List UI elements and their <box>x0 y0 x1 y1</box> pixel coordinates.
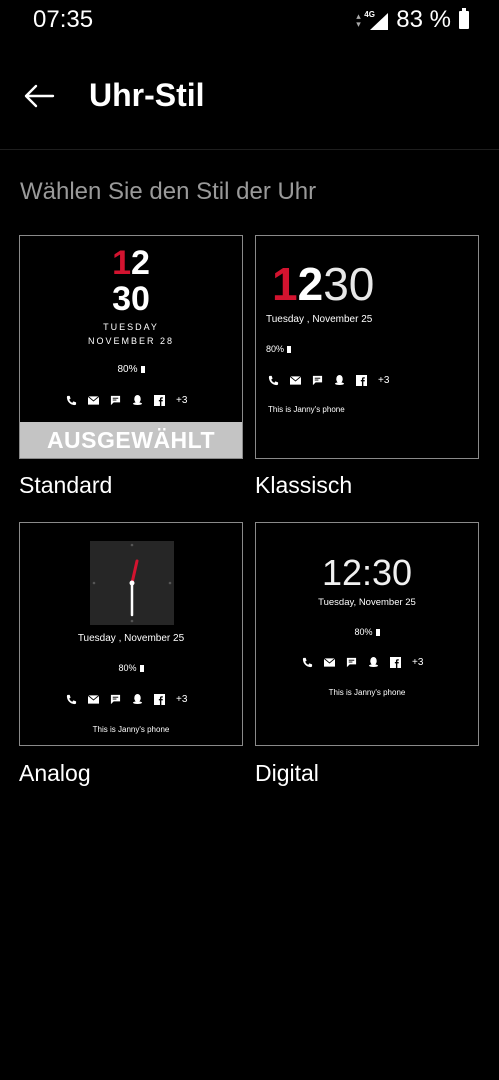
mail-icon <box>324 657 335 667</box>
signal-strength-icon <box>370 13 389 30</box>
date-label: Tuesday , November 25 <box>266 314 373 325</box>
owner-label: This is Janny's phone <box>268 405 345 414</box>
facebook-icon <box>356 374 367 386</box>
clock-style-card-analog[interactable]: Tuesday , November 25 80% +3 This is Jan… <box>19 522 243 746</box>
data-arrows-icon: ▴ ▾ <box>356 11 361 29</box>
mail-icon <box>88 395 99 405</box>
selected-badge: AUSGEWÄHLT <box>20 422 242 458</box>
page-title: Uhr-Stil <box>89 77 205 113</box>
clock-hours: 12 <box>112 244 150 282</box>
extra-notifications-count: +3 <box>176 394 188 406</box>
date-label: Tuesday, November 25 <box>318 597 416 608</box>
qq-icon <box>334 374 345 386</box>
qq-icon <box>132 693 143 705</box>
battery-mini-icon <box>375 629 380 637</box>
phone-icon <box>66 395 77 405</box>
clock-style-card-digital[interactable]: 12:30 Tuesday, November 25 80% +3 This i… <box>255 522 479 746</box>
phone-icon <box>66 694 77 704</box>
analog-clock-face <box>90 541 174 625</box>
battery-mini-icon <box>139 665 144 673</box>
facebook-icon <box>154 394 165 406</box>
clock-style-card-klassisch[interactable]: 1230 Tuesday , November 25 80% +3 This i… <box>255 235 479 459</box>
weekday-label: TUESDAY <box>103 322 159 332</box>
extra-notifications-count: +3 <box>378 374 390 386</box>
notification-icons: +3 <box>66 693 187 705</box>
phone-icon <box>302 657 313 667</box>
notification-icons: +3 <box>66 394 187 406</box>
section-label: Wählen Sie den Stil der Uhr <box>20 178 317 205</box>
qq-icon <box>368 656 379 668</box>
owner-label: This is Janny's phone <box>328 688 406 697</box>
mail-icon <box>88 694 99 704</box>
qq-icon <box>132 394 143 406</box>
status-bar: 07:35 ▴ ▾ 4G 83 % <box>0 0 499 40</box>
status-time: 07:35 <box>33 6 94 33</box>
message-icon <box>110 694 121 704</box>
battery-label: 80% <box>256 627 478 637</box>
date-label: Tuesday , November 25 <box>77 633 185 644</box>
card-label-klassisch: Klassisch <box>255 472 353 498</box>
clock-time: 1230 <box>272 258 375 310</box>
facebook-icon <box>154 693 165 705</box>
card-label-analog: Analog <box>19 760 91 786</box>
clock-style-card-standard[interactable]: 12 30 TUESDAY NOVEMBER 28 80% +3 AUSGEWÄ… <box>19 235 243 459</box>
status-indicators: ▴ ▾ 4G 83 % <box>356 6 469 34</box>
battery-label: 80% <box>266 344 292 354</box>
network-signal-icon: ▴ ▾ 4G <box>356 10 390 30</box>
arrow-left-icon <box>24 84 55 108</box>
phone-icon <box>268 375 279 385</box>
owner-label: This is Janny's phone <box>92 725 170 734</box>
extra-notifications-count: +3 <box>176 693 188 705</box>
clock-minutes: 30 <box>112 280 150 318</box>
card-label-standard: Standard <box>19 472 113 498</box>
extra-notifications-count: +3 <box>412 656 424 668</box>
mail-icon <box>290 375 301 385</box>
date-label: NOVEMBER 28 <box>87 336 175 346</box>
battery-mini-icon <box>287 346 292 354</box>
notification-icons: +3 <box>302 656 423 668</box>
card-label-digital: Digital <box>255 760 319 786</box>
message-icon <box>346 657 357 667</box>
app-header: Uhr-Stil <box>0 55 499 150</box>
battery-icon <box>459 8 469 29</box>
clock-time: 12:30 <box>321 552 413 593</box>
battery-label: 80% <box>20 663 242 673</box>
battery-mini-icon <box>140 365 145 373</box>
message-icon <box>110 395 121 405</box>
back-button[interactable] <box>18 75 60 117</box>
battery-percent: 83 % <box>396 6 451 33</box>
battery-label: 80% <box>20 364 242 375</box>
facebook-icon <box>390 656 401 668</box>
notification-icons: +3 <box>268 374 389 386</box>
message-icon <box>312 375 323 385</box>
